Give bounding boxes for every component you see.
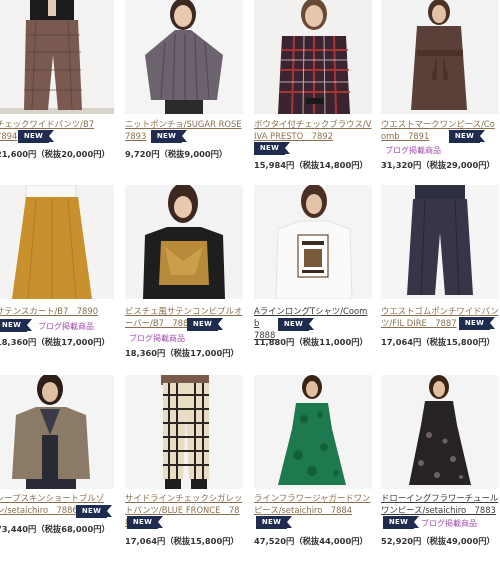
product-price: 31,320円（税抜29,000円） xyxy=(381,160,495,170)
product-photo[interactable] xyxy=(254,0,372,114)
product-photo[interactable] xyxy=(0,0,114,114)
product-price: 9,720円（税抜9,000円） xyxy=(125,149,228,159)
product-price: 21,600円（税抜20,000円） xyxy=(0,149,110,159)
new-badge: NEW xyxy=(449,130,485,143)
product-photo[interactable] xyxy=(125,185,243,299)
product-photo[interactable] xyxy=(254,375,372,489)
product-price: 11,880円（税抜11,000円） xyxy=(254,337,368,347)
product-name[interactable]: ドローイングフラワーチュールワンピース/setaichiro 7883 xyxy=(381,492,499,516)
product-name[interactable]: ラインフラワージャガードワンピース/setaichiro 7884 xyxy=(254,492,372,516)
product-photo[interactable] xyxy=(0,185,114,299)
product-price: 15,984円（税抜14,800円） xyxy=(254,160,368,170)
blog-label: ブログ掲載商品 xyxy=(385,146,441,155)
product-price: 18,360円（税抜17,000円） xyxy=(0,337,110,347)
new-badge: NEW xyxy=(127,516,163,529)
blog-label: ブログ掲載商品 xyxy=(129,334,185,343)
product-photo[interactable] xyxy=(381,375,499,489)
new-badge: NEW xyxy=(459,317,495,330)
product-photo[interactable] xyxy=(381,0,499,114)
product-name[interactable]: サテンスカート/B7 7890 xyxy=(0,305,114,317)
product-name[interactable]: ビスチェ風サテンコンビプルオーバー/B7 7889 xyxy=(125,305,243,329)
new-badge: NEW xyxy=(254,142,290,155)
blog-label: ブログ掲載商品 xyxy=(421,519,477,528)
new-badge: NEW xyxy=(18,130,54,143)
product-price: 73,440円（税抜68,000円） xyxy=(0,524,110,534)
product-price: 52,920円（税抜49,000円） xyxy=(381,536,495,546)
product-photo[interactable] xyxy=(0,375,114,489)
new-badge: NEW xyxy=(151,130,187,143)
product-grid: チェックワイドパンツ/B7 7894 NEW 21,600円（税抜20,000円… xyxy=(0,0,500,572)
product-photo[interactable] xyxy=(125,375,243,489)
product-photo[interactable] xyxy=(125,0,243,114)
product-photo[interactable] xyxy=(381,185,499,299)
new-badge: NEW xyxy=(256,516,292,529)
product-price: 18,360円（税抜17,000円） xyxy=(125,348,239,358)
product-name[interactable]: ボウタイ付チェックブラウス/VIVA PRESTO 7892 xyxy=(254,118,372,142)
product-price: 17,064円（税抜15,800円） xyxy=(125,536,239,546)
new-badge: NEW xyxy=(383,516,419,529)
product-price: 47,520円（税抜44,000円） xyxy=(254,536,368,546)
product-price: 17,064円（税抜15,800円） xyxy=(381,337,495,347)
new-badge: NEW xyxy=(278,318,314,331)
new-badge: NEW xyxy=(0,319,32,332)
blog-label: ブログ掲載商品 xyxy=(38,322,94,331)
new-badge: NEW xyxy=(187,318,223,331)
new-badge: NEW xyxy=(76,505,112,518)
product-photo[interactable] xyxy=(254,185,372,299)
